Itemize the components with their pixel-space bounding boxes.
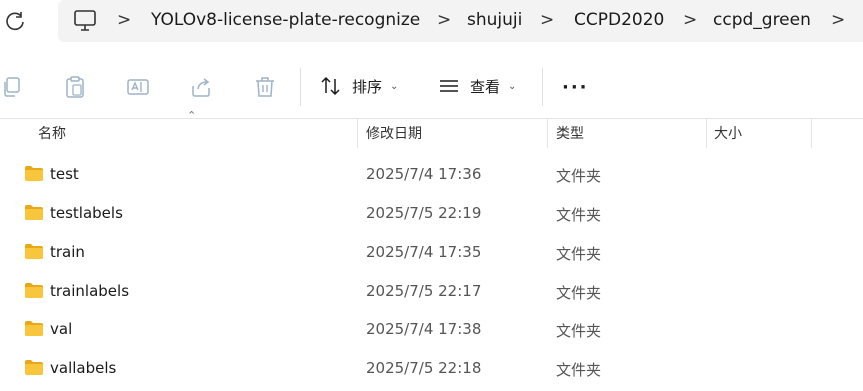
file-type: 文件夹: [556, 322, 602, 340]
file-type: 文件夹: [556, 167, 602, 185]
folder-icon: [25, 321, 43, 336]
folder-icon: [25, 205, 43, 220]
sort-label: 排序: [352, 77, 383, 96]
computer-icon[interactable]: [72, 9, 98, 33]
column-header-name[interactable]: 名称: [38, 118, 356, 148]
file-row[interactable]: testlabels 2025/7/5 22:19 文件夹: [0, 194, 863, 232]
file-row[interactable]: trainlabels 2025/7/5 22:17 文件夹: [0, 272, 863, 310]
file-row[interactable]: test 2025/7/4 17:36 文件夹: [0, 155, 863, 193]
column-header-name-label: 名称: [38, 126, 66, 142]
file-type: 文件夹: [556, 361, 602, 379]
breadcrumb-separator[interactable]: >: [437, 10, 451, 30]
file-modified-date: 2025/7/4 17:38: [366, 320, 482, 338]
view-button[interactable]: 查看 ⌄: [438, 72, 516, 100]
breadcrumb-separator[interactable]: >: [540, 10, 554, 30]
column-divider[interactable]: [706, 118, 707, 148]
breadcrumb-item[interactable]: YOLOv8-license-plate-recognize: [151, 10, 420, 30]
column-header-type[interactable]: 类型: [556, 118, 706, 148]
file-row[interactable]: train 2025/7/4 17:35 文件夹: [0, 233, 863, 271]
file-type: 文件夹: [556, 284, 602, 302]
folder-icon: [25, 283, 43, 298]
file-row[interactable]: val 2025/7/4 17:38 文件夹: [0, 310, 863, 348]
rename-icon[interactable]: [126, 75, 150, 99]
column-header-modified-label: 修改日期: [366, 126, 422, 142]
file-name: val: [50, 320, 73, 338]
sort-button[interactable]: 排序 ⌄: [320, 72, 398, 100]
delete-icon[interactable]: [253, 75, 277, 99]
view-label: 查看: [470, 77, 501, 96]
file-type: 文件夹: [556, 245, 602, 263]
column-divider[interactable]: [357, 118, 358, 148]
folder-icon: [25, 360, 43, 375]
column-header-modified[interactable]: 修改日期: [366, 118, 546, 148]
file-modified-date: 2025/7/5 22:18: [366, 359, 482, 377]
sort-icon: [321, 76, 340, 96]
file-name: trainlabels: [50, 282, 130, 300]
breadcrumb-item[interactable]: CCPD2020: [574, 10, 664, 30]
share-icon[interactable]: [189, 75, 213, 99]
more-options-button[interactable]: ···: [562, 77, 589, 98]
column-header-type-label: 类型: [556, 126, 584, 142]
view-lines-icon: [440, 80, 458, 92]
breadcrumb-separator[interactable]: >: [117, 10, 131, 30]
paste-icon[interactable]: [63, 75, 87, 99]
address-bar-region: > YOLOv8-license-plate-recognize > shuju…: [0, 0, 863, 50]
command-bar: 排序 ⌄ 查看 ⌄ ···: [0, 50, 863, 119]
breadcrumb-item[interactable]: shujuji: [467, 10, 522, 30]
file-modified-date: 2025/7/4 17:35: [366, 243, 482, 261]
column-divider[interactable]: [547, 118, 548, 148]
file-type: 文件夹: [556, 206, 602, 224]
breadcrumb-separator[interactable]: >: [831, 10, 845, 30]
breadcrumb-item[interactable]: ccpd_green: [713, 10, 811, 30]
file-name: vallabels: [50, 359, 117, 377]
column-divider[interactable]: [811, 118, 812, 148]
file-row[interactable]: vallabels 2025/7/5 22:18 文件夹: [0, 349, 863, 387]
toolbar-divider: [542, 68, 543, 106]
column-header-size[interactable]: 大小: [714, 118, 810, 148]
copy-icon[interactable]: [0, 75, 24, 99]
folder-icon: [25, 166, 43, 181]
file-modified-date: 2025/7/5 22:17: [366, 282, 482, 300]
file-modified-date: 2025/7/5 22:19: [366, 204, 482, 222]
folder-icon: [25, 244, 43, 259]
toolbar-divider: [300, 68, 301, 106]
file-name: train: [50, 243, 85, 261]
chevron-down-icon: ⌄: [390, 80, 399, 92]
column-header-size-label: 大小: [714, 126, 742, 142]
breadcrumb-separator[interactable]: >: [683, 10, 697, 30]
chevron-down-icon: ⌄: [508, 80, 517, 92]
file-name: testlabels: [50, 204, 123, 222]
file-name: test: [50, 165, 79, 183]
refresh-icon[interactable]: [4, 10, 26, 32]
file-modified-date: 2025/7/4 17:36: [366, 165, 482, 183]
